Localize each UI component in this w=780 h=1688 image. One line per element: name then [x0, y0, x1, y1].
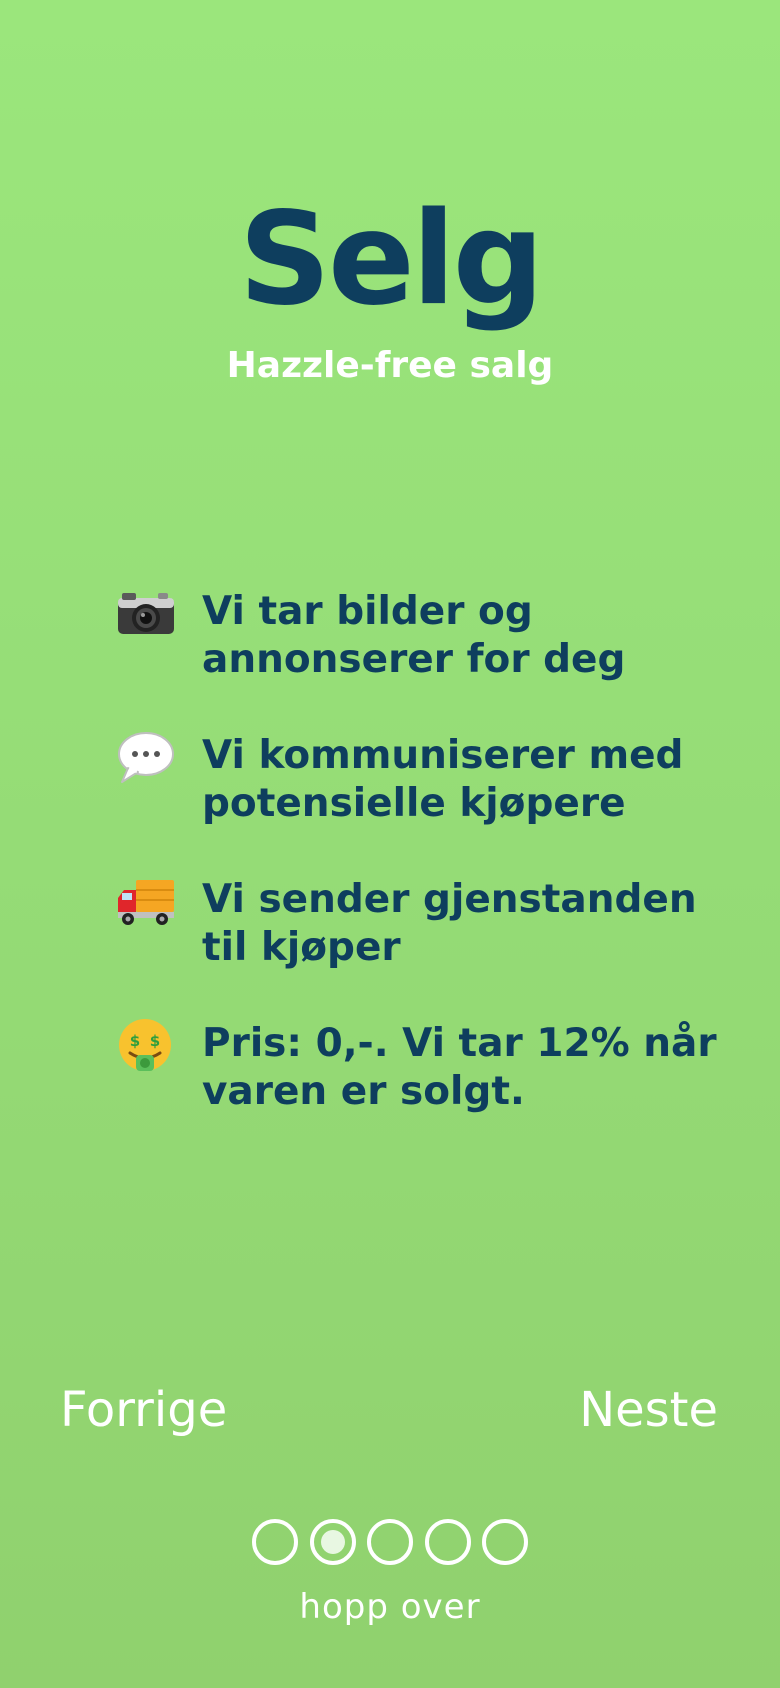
page-dot-5[interactable]	[482, 1519, 528, 1565]
feature-item: $ $ Pris: 0,-. Vi tar 12% når varen er s…	[116, 1019, 736, 1164]
feature-text: Vi kommuniserer med potensielle kjøpere	[202, 733, 684, 826]
speech-bubble-icon	[116, 728, 202, 788]
page-subtitle: Hazzle-free salg	[226, 345, 554, 386]
feature-text: Vi tar bilder og annonserer for deg	[202, 589, 626, 682]
feature-item: Vi tar bilder og annonserer for deg	[116, 588, 736, 732]
feature-item: Vi kommuniserer med potensielle kjøpere	[116, 732, 736, 876]
camera-icon	[116, 584, 202, 644]
delivery-truck-icon	[116, 872, 202, 932]
feature-text: Pris: 0,-. Vi tar 12% når varen er solgt…	[202, 1021, 717, 1114]
page-dot-4[interactable]	[424, 1519, 471, 1565]
page-title: Selg	[238, 185, 545, 334]
svg-text:$: $	[150, 1032, 160, 1050]
money-mouth-face-icon: $ $	[116, 1016, 202, 1076]
pagination-dots	[252, 1519, 528, 1565]
previous-button[interactable]: Forrige	[60, 1380, 227, 1440]
page-dot-1[interactable]	[252, 1519, 298, 1565]
page-dot-3[interactable]	[367, 1519, 413, 1565]
page-dot-2-active[interactable]	[309, 1519, 356, 1565]
feature-item: Vi sender gjenstanden til kjøper	[116, 876, 736, 1020]
svg-text:$: $	[130, 1032, 140, 1050]
next-button[interactable]: Neste	[579, 1380, 718, 1440]
feature-text: Vi sender gjenstanden til kjøper	[202, 877, 697, 970]
skip-button[interactable]: hopp over	[0, 1585, 780, 1629]
feature-list: Vi tar bilder og annonserer for deg Vi k…	[116, 588, 736, 1164]
